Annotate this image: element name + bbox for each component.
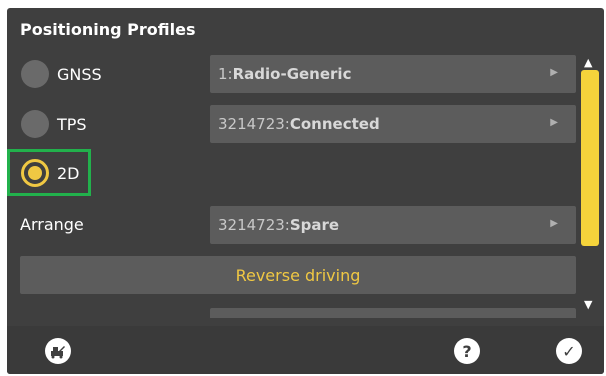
tps-profile-value: Connected <box>289 115 380 133</box>
chevron-right-icon: ▶ <box>550 67 558 78</box>
gnss-profile-value: Radio-Generic <box>232 65 352 83</box>
gnss-profile-prefix: 1: <box>218 65 233 83</box>
arrange-dropdown[interactable]: 3214723: Spare ▶ <box>210 206 576 244</box>
machine-icon[interactable] <box>45 338 71 364</box>
arrange-prefix: 3214723: <box>218 216 290 234</box>
radio-tps[interactable]: TPS <box>21 106 87 142</box>
radio-button-gnss[interactable] <box>21 60 49 88</box>
tps-profile-dropdown[interactable]: 3214723: Connected ▶ <box>210 105 576 143</box>
radio-button-2d[interactable] <box>21 159 49 187</box>
radio-label-gnss: GNSS <box>57 64 102 84</box>
panel-title: Positioning Profiles <box>20 20 196 39</box>
scrollbar[interactable]: ▲ ▼ <box>579 54 601 322</box>
scrollbar-thumb[interactable] <box>581 70 599 246</box>
positioning-profiles-panel: Positioning Profiles GNSS 1: Radio-Gener… <box>7 8 604 374</box>
chevron-right-icon: ▶ <box>550 117 558 128</box>
radio-label-2d: 2D <box>57 163 80 183</box>
arrange-label: Arrange <box>20 215 84 234</box>
scroll-up-icon[interactable]: ▲ <box>584 56 592 69</box>
chevron-right-icon: ▶ <box>550 218 558 229</box>
footer-bar: ? ✓ <box>7 326 604 374</box>
gnss-profile-dropdown[interactable]: 1: Radio-Generic ▶ <box>210 55 576 93</box>
radio-button-tps[interactable] <box>21 110 49 138</box>
machine-glyph <box>51 346 65 359</box>
checkmark-icon[interactable]: ✓ <box>556 338 582 364</box>
scroll-down-icon[interactable]: ▼ <box>584 298 592 311</box>
radio-selected-dot <box>28 166 42 180</box>
partial-list-item[interactable] <box>210 308 576 318</box>
radio-gnss[interactable]: GNSS <box>21 56 102 92</box>
arrange-value: Spare <box>289 216 340 234</box>
tps-profile-prefix: 3214723: <box>218 115 290 133</box>
radio-label-tps: TPS <box>57 114 87 134</box>
radio-2d[interactable]: 2D <box>21 155 80 191</box>
help-icon[interactable]: ? <box>454 338 480 364</box>
reverse-driving-button[interactable]: Reverse driving <box>20 256 576 294</box>
